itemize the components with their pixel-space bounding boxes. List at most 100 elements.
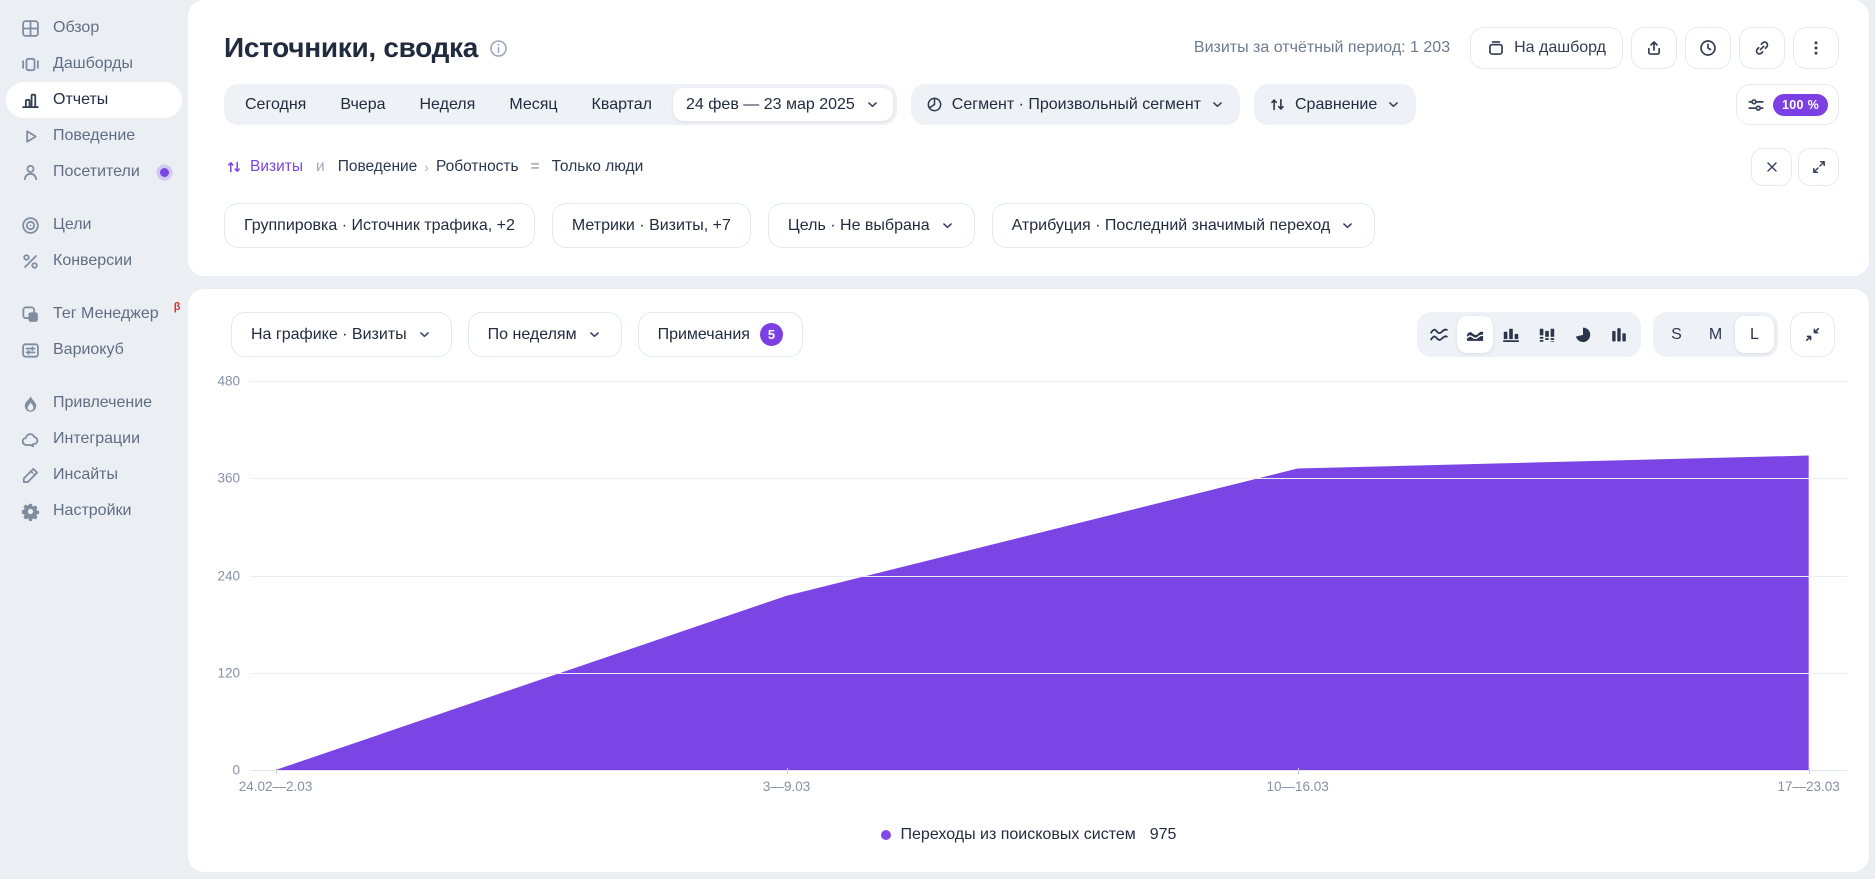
sidebar-item-label: Дашборды — [53, 55, 133, 73]
sidebar-item-conversions[interactable]: Конверсии — [6, 243, 182, 279]
chart-size-group: SML — [1653, 312, 1778, 357]
beta-badge: β — [174, 301, 181, 313]
report-settings-row: Группировка · Источник трафика, +2 Метри… — [224, 203, 1375, 248]
tab-week[interactable]: Неделя — [403, 84, 493, 125]
segment-dropdown[interactable]: Сегмент · Произвольный сегмент — [911, 84, 1240, 125]
sidebar-item-tag-manager[interactable]: Тег Менеджер β — [6, 296, 182, 332]
y-axis-label: 0 — [232, 763, 240, 778]
legend-label[interactable]: Переходы из поисковых систем — [901, 826, 1136, 844]
sidebar-item-settings[interactable]: Настройки — [6, 493, 182, 529]
date-range-picker[interactable]: 24 фев — 23 мар 2025 — [673, 88, 893, 121]
legend-value: 975 — [1150, 826, 1177, 844]
x-axis-label: 17—23.03 — [1778, 779, 1840, 794]
filter-dimension-child[interactable]: Роботность — [436, 158, 519, 176]
plot-area: 012024036048024.02—2.033—9.0310—16.0317—… — [250, 381, 1847, 770]
tab-yesterday[interactable]: Вчера — [323, 84, 402, 125]
more-menu-button[interactable] — [1793, 27, 1839, 69]
x-axis-tick — [1298, 768, 1299, 774]
chart-size-m[interactable]: M — [1696, 316, 1735, 353]
expand-icon — [1811, 159, 1827, 175]
chevron-down-icon — [940, 218, 955, 233]
filter-metric[interactable]: Визиты — [250, 158, 303, 176]
collapse-icon — [1804, 326, 1821, 343]
attribution-dropdown[interactable]: Атрибуция · Последний значимый переход — [992, 203, 1376, 248]
sidebar-item-overview[interactable]: Обзор — [6, 10, 182, 46]
settings-icon — [21, 502, 40, 521]
sampling-button[interactable]: 100 % — [1736, 84, 1839, 125]
sidebar-item-dashboards[interactable]: Дашборды — [6, 46, 182, 82]
filter-value[interactable]: Только люди — [552, 158, 644, 176]
chevron-down-icon — [1386, 97, 1401, 112]
to-dashboard-button[interactable]: На дашборд — [1470, 27, 1623, 69]
granularity-dropdown[interactable]: По неделям — [468, 312, 622, 357]
chevron-down-icon — [587, 327, 602, 342]
chart-view-controls: SML — [1417, 312, 1835, 357]
metrics-dropdown[interactable]: Метрики · Визиты, +7 — [552, 203, 751, 248]
chart-size-l[interactable]: L — [1735, 316, 1774, 353]
segment-icon — [926, 96, 943, 113]
sidebar-item-insights[interactable]: Инсайты — [6, 457, 182, 493]
sidebar-group-gap — [6, 279, 182, 296]
chart-size-s[interactable]: S — [1657, 316, 1696, 353]
breadcrumb-separator: › — [424, 159, 429, 175]
sidebar-item-label: Тег Менеджер — [53, 305, 159, 323]
notes-button[interactable]: Примечания 5 — [638, 312, 803, 357]
x-axis-label: 10—16.03 — [1266, 779, 1328, 794]
sidebar-item-goals[interactable]: Цели — [6, 207, 182, 243]
sidebar-item-variocube[interactable]: Вариокуб — [6, 332, 182, 368]
chevron-down-icon — [1340, 218, 1355, 233]
legend-dot — [881, 830, 891, 840]
x-axis-tick — [276, 768, 277, 774]
bar-chart-icon — [1501, 326, 1521, 343]
compare-dropdown[interactable]: Сравнение — [1254, 84, 1416, 125]
kebab-icon — [1807, 39, 1825, 57]
title-row: Источники, сводка Визиты за отчётный пер… — [224, 27, 1839, 69]
chevron-down-icon — [417, 327, 432, 342]
sidebar-item-reports[interactable]: Отчеты — [6, 82, 182, 118]
filter-dimension-parent[interactable]: Поведение — [338, 158, 418, 176]
chart-type-bar-chart[interactable] — [1493, 316, 1529, 353]
link-icon — [1753, 39, 1771, 57]
chart-type-area-chart[interactable] — [1457, 316, 1493, 353]
app-root: ОбзорДашбордыОтчетыПоведениеПосетителиЦе… — [0, 0, 1875, 879]
tab-quarter[interactable]: Квартал — [575, 84, 669, 125]
tab-today[interactable]: Сегодня — [228, 84, 323, 125]
sidebar-item-behavior[interactable]: Поведение — [6, 118, 182, 154]
goals-icon — [21, 216, 40, 235]
history-button[interactable] — [1685, 27, 1731, 69]
tab-month[interactable]: Месяц — [492, 84, 574, 125]
collapse-chart-button[interactable] — [1790, 312, 1835, 357]
grouping-dropdown[interactable]: Группировка · Источник трафика, +2 — [224, 203, 535, 248]
dashboards-icon — [21, 55, 40, 74]
goal-dropdown[interactable]: Цель · Не выбрана — [768, 203, 975, 248]
sidebar-item-visitors[interactable]: Посетители — [6, 154, 182, 190]
chart-type-column-chart[interactable] — [1601, 316, 1637, 353]
applied-filter-row: Визиты и Поведение › Роботность = Только… — [226, 148, 1839, 186]
on-chart-dropdown[interactable]: На графике · Визиты — [231, 312, 452, 357]
sidebar-item-acquisition[interactable]: Привлечение — [6, 385, 182, 421]
notes-count-badge: 5 — [760, 323, 783, 346]
gridline: 360 — [250, 478, 1847, 479]
variocube-icon — [21, 341, 40, 360]
x-axis-tick — [1809, 768, 1810, 774]
sidebar-group-gap — [6, 368, 182, 385]
sidebar-item-label: Настройки — [53, 502, 131, 520]
conversions-icon — [21, 252, 40, 271]
sidebar-item-label: Интеграции — [53, 430, 140, 448]
sampling-badge: 100 % — [1773, 94, 1828, 116]
chart-type-line-chart[interactable] — [1421, 316, 1457, 353]
sidebar-item-integrations[interactable]: Интеграции — [6, 421, 182, 457]
insights-icon — [21, 466, 40, 485]
expand-filter-button[interactable] — [1798, 148, 1839, 186]
info-icon[interactable] — [489, 39, 508, 58]
y-axis-label: 240 — [217, 568, 240, 583]
period-segment-row: Сегодня Вчера Неделя Месяц Квартал 24 фе… — [224, 84, 1839, 125]
clear-filter-button[interactable] — [1751, 148, 1792, 186]
chart-type-stacked-bar[interactable] — [1529, 316, 1565, 353]
main-content: Источники, сводка Визиты за отчётный пер… — [188, 0, 1875, 879]
share-button[interactable] — [1631, 27, 1677, 69]
copy-link-button[interactable] — [1739, 27, 1785, 69]
filter-conjunction: и — [316, 158, 325, 176]
chart-type-pie-chart[interactable] — [1565, 316, 1601, 353]
visitors-icon — [21, 163, 40, 182]
